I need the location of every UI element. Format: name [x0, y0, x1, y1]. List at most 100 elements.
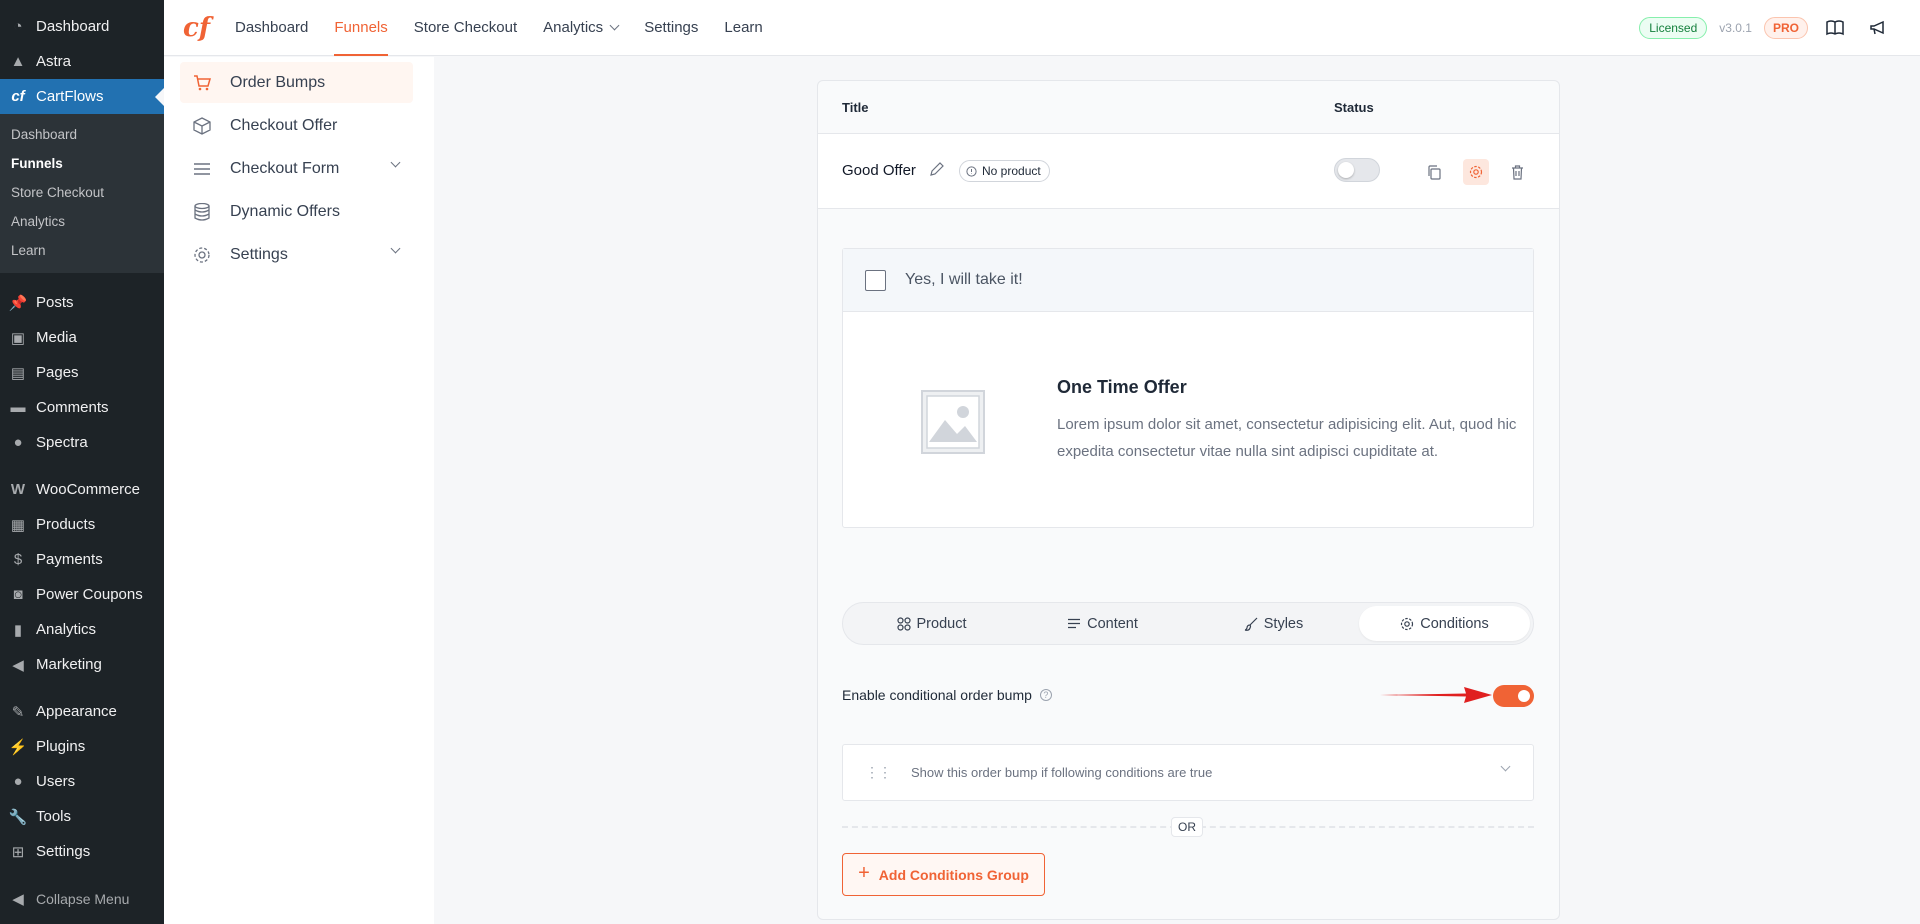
chevron-down-icon[interactable]: [1500, 761, 1511, 772]
enable-conditional-label: Enable conditional order bump ?: [842, 687, 1052, 703]
database-icon: [192, 202, 212, 222]
chevron-down-icon: [390, 243, 401, 254]
wp-menu-pages[interactable]: ▤ Pages: [0, 355, 164, 390]
plus-icon: +: [858, 862, 870, 884]
wp-menu-woocommerce[interactable]: W WooCommerce: [0, 472, 164, 507]
offer-status-toggle[interactable]: [1334, 158, 1380, 182]
wp-menu-appearance[interactable]: ✎ Appearance: [0, 694, 164, 729]
nav-funnels[interactable]: Funnels: [334, 0, 389, 56]
column-title: Title: [842, 99, 869, 115]
subnav-checkout-offer[interactable]: Checkout Offer: [180, 105, 413, 146]
pin-icon: 📌: [8, 294, 28, 312]
wp-menu-spectra[interactable]: ● Spectra: [0, 425, 164, 460]
wp-menu-plugins[interactable]: ⚡ Plugins: [0, 729, 164, 764]
wp-menu-posts[interactable]: 📌 Posts: [0, 285, 164, 320]
annotation-arrow: [1380, 687, 1492, 703]
add-conditions-group-button[interactable]: + Add Conditions Group: [842, 853, 1045, 896]
megaphone-icon: ◀: [12, 656, 24, 674]
wp-menu-payments[interactable]: $ Payments: [0, 542, 164, 577]
nav-store-checkout[interactable]: Store Checkout: [414, 0, 517, 56]
trash-icon[interactable]: [1504, 159, 1530, 185]
box-icon: [192, 116, 212, 136]
list-icon: [192, 159, 212, 179]
wp-sub-funnels[interactable]: Funnels: [0, 149, 164, 178]
wp-sub-dashboard[interactable]: Dashboard: [0, 120, 164, 149]
wp-menu-users[interactable]: ● Users: [0, 764, 164, 799]
user-icon: ●: [13, 773, 23, 790]
cartflows-logo[interactable]: cf: [183, 14, 211, 42]
wp-sub-store-checkout[interactable]: Store Checkout: [0, 178, 164, 207]
comment-icon: ▬: [10, 399, 26, 416]
preview-checkbox[interactable]: [865, 269, 886, 291]
wp-menu-products[interactable]: ▦ Products: [0, 507, 164, 542]
no-product-badge: No product: [959, 160, 1050, 182]
licensed-badge: Licensed: [1639, 16, 1708, 39]
table-header: Title Status: [818, 81, 1559, 133]
table-row: Good Offer No product: [818, 133, 1559, 209]
wp-sub-analytics[interactable]: Analytics: [0, 207, 164, 236]
astra-icon: ▲: [10, 53, 26, 70]
subnav-checkout-form[interactable]: Checkout Form: [180, 148, 413, 189]
pro-badge: PRO: [1763, 16, 1808, 39]
cartflows-submenu: Dashboard Funnels Store Checkout Analyti…: [0, 114, 164, 273]
dashboard-icon: ◔: [13, 18, 23, 35]
version-label: v3.0.1: [1719, 20, 1752, 35]
wp-menu-astra[interactable]: ▲ Astra: [0, 44, 164, 79]
image-placeholder-icon: [921, 390, 985, 459]
wp-menu-tools[interactable]: 🔧 Tools: [0, 799, 164, 834]
woocommerce-icon: W: [10, 481, 26, 498]
media-icon: ▣: [10, 329, 26, 347]
enable-conditional-toggle[interactable]: [1493, 685, 1534, 707]
wp-menu-analytics[interactable]: ▮ Analytics: [0, 612, 164, 647]
collapse-icon: ◀: [12, 890, 24, 908]
tab-content[interactable]: Content: [1017, 606, 1188, 641]
tab-styles[interactable]: Styles: [1188, 606, 1359, 641]
wp-menu-comments[interactable]: ▬ Comments: [0, 390, 164, 425]
subnav-dynamic-offers[interactable]: Dynamic Offers: [180, 191, 413, 232]
subnav-settings[interactable]: Settings: [180, 234, 413, 275]
coupon-icon: ◙: [13, 586, 23, 603]
gear-icon: [192, 245, 212, 265]
drag-handle-icon[interactable]: ⋮⋮: [865, 764, 892, 781]
toggle-knob: [1338, 162, 1354, 178]
megaphone-icon[interactable]: [1862, 13, 1892, 43]
cartflows-topbar: cf Dashboard Funnels Store Checkout Anal…: [164, 0, 1920, 56]
settings-gear-icon[interactable]: [1463, 159, 1489, 185]
wp-menu-media[interactable]: ▣ Media: [0, 320, 164, 355]
brush-icon: ✎: [11, 703, 25, 721]
wp-menu-cartflows[interactable]: cf CartFlows: [0, 79, 164, 114]
subnav-order-bumps[interactable]: Order Bumps: [180, 62, 413, 103]
preview-checkbox-label: Yes, I will take it!: [905, 271, 1023, 288]
gear-icon: [1401, 617, 1414, 630]
nav-learn[interactable]: Learn: [724, 0, 762, 56]
offer-description: Lorem ipsum dolor sit amet, consectetur …: [1057, 416, 1517, 460]
wrench-icon: 🔧: [8, 808, 28, 826]
pencil-icon[interactable]: [929, 162, 944, 182]
collapse-menu-button[interactable]: ◀ Collapse Menu: [0, 881, 164, 916]
wp-menu-power-coupons[interactable]: ◙ Power Coupons: [0, 577, 164, 612]
wp-menu-dashboard[interactable]: ◔ Dashboard: [0, 9, 164, 44]
duplicate-icon[interactable]: [1421, 159, 1447, 185]
condition-group[interactable]: ⋮⋮ Show this order bump if following con…: [842, 744, 1534, 801]
tab-conditions[interactable]: Conditions: [1359, 606, 1530, 641]
nav-analytics[interactable]: Analytics: [543, 0, 620, 56]
settings-tabs: Product Content Styles Conditions: [842, 602, 1534, 645]
help-icon[interactable]: ?: [1039, 689, 1052, 701]
wp-menu-marketing[interactable]: ◀ Marketing: [0, 647, 164, 682]
info-icon: [966, 165, 977, 177]
tab-product[interactable]: Product: [846, 606, 1017, 641]
chevron-down-icon: [390, 157, 401, 168]
plugin-icon: ⚡: [8, 738, 28, 756]
chevron-down-icon: [609, 20, 620, 31]
order-bump-panel: Title Status Good Offer No product Yes, …: [817, 80, 1560, 920]
wp-menu-settings[interactable]: ⊞ Settings: [0, 834, 164, 869]
cart-icon: [192, 73, 212, 93]
nav-settings[interactable]: Settings: [644, 0, 698, 56]
wp-sub-learn[interactable]: Learn: [0, 236, 164, 265]
cartflows-icon: cf: [11, 88, 25, 105]
book-icon[interactable]: [1820, 13, 1850, 43]
pages-icon: ▤: [10, 364, 26, 382]
bar-chart-icon: ▮: [13, 621, 23, 639]
nav-dashboard[interactable]: Dashboard: [235, 0, 308, 56]
product-icon: [896, 616, 911, 631]
